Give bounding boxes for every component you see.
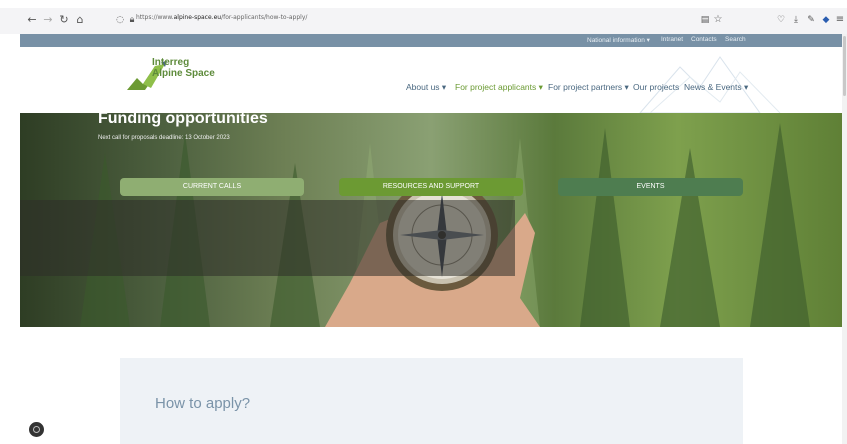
logo-line-1: Interreg — [152, 57, 190, 68]
forward-arrow-icon[interactable]: → — [40, 12, 56, 28]
current-calls-button[interactable]: CURRENT CALLS — [120, 178, 304, 196]
address-bar[interactable]: https://www.alpine-space.eu/for-applican… — [136, 14, 307, 21]
how-to-apply-heading: How to apply? — [155, 395, 251, 412]
pocket-icon[interactable]: ♡ — [773, 12, 789, 28]
scrollbar-thumb[interactable] — [843, 36, 846, 96]
cookie-settings-icon[interactable] — [29, 422, 44, 437]
url-path: /for-applicants/how-to-apply/ — [221, 14, 308, 21]
hero-text-overlay — [20, 200, 515, 276]
download-icon[interactable]: ⤓ — [788, 12, 804, 28]
url-prefix: https://www. — [136, 14, 174, 21]
bookmark-star-icon[interactable]: ☆ — [710, 12, 726, 28]
hero-title: Funding opportunities — [98, 110, 268, 127]
hero-banner — [20, 113, 842, 327]
events-button[interactable]: EVENTS — [558, 178, 743, 196]
nav-for-project-applicants[interactable]: For project applicants ▾ — [455, 82, 543, 93]
resources-support-button[interactable]: RESOURCES AND SUPPORT — [339, 178, 523, 196]
nav-for-project-partners[interactable]: For project partners ▾ — [548, 82, 629, 93]
back-arrow-icon[interactable]: ← — [24, 12, 40, 28]
utility-bar: National information ▾ Intranet Contacts… — [20, 34, 842, 47]
nav-news-events[interactable]: News & Events ▾ — [684, 82, 748, 93]
url-domain: alpine-space.eu — [173, 14, 222, 21]
browser-toolbar: ← → ↻ ⌂ ◌ 🔒︎ https://www.alpine-space.eu… — [0, 8, 847, 34]
home-icon[interactable]: ⌂ — [72, 12, 88, 28]
search-link[interactable]: Search — [725, 36, 746, 43]
nav-our-projects[interactable]: Our projects — [633, 82, 679, 92]
national-information-link[interactable]: National information ▾ — [587, 36, 650, 44]
hero-subtitle: Next call for proposals deadline: 13 Oct… — [98, 135, 230, 141]
contacts-link[interactable]: Contacts — [691, 36, 717, 43]
logo-line-2: Alpine Space — [152, 68, 215, 79]
menu-icon[interactable]: ≡ — [832, 12, 847, 28]
nav-about-us[interactable]: About us ▾ — [406, 82, 446, 93]
reload-icon[interactable]: ↻ — [56, 12, 72, 28]
logo-text[interactable]: Interreg Alpine Space — [152, 57, 215, 79]
extension-icon[interactable]: ✎ — [803, 12, 819, 28]
intranet-link[interactable]: Intranet — [661, 36, 683, 43]
